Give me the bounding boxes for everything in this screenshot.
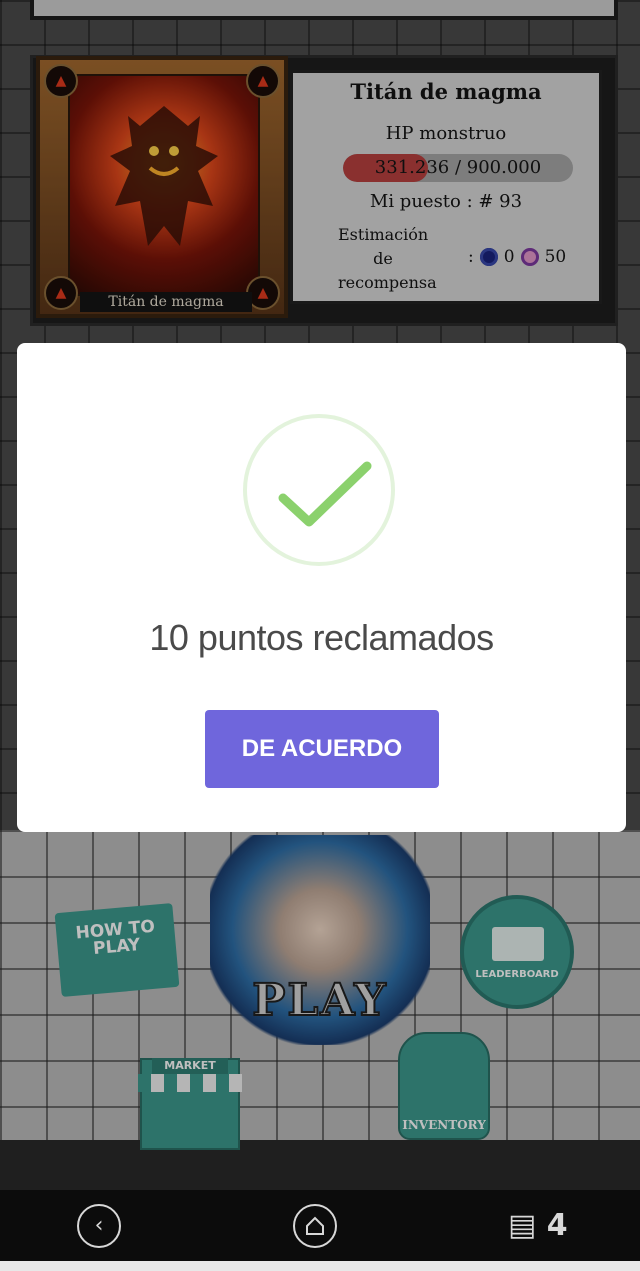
success-dialog: 10 puntos reclamados DE ACUERDO [17,343,626,832]
check-icon [243,414,395,566]
confirm-button[interactable]: DE ACUERDO [205,710,439,788]
recent-apps-button[interactable]: ▤ 4 [508,1204,568,1248]
dialog-message: 10 puntos reclamados [149,617,494,658]
system-nav-bar: ‹ ▤ 4 [0,1190,640,1261]
home-icon[interactable] [293,1204,337,1248]
gesture-strip [0,1261,640,1271]
back-icon[interactable]: ‹ [77,1204,121,1248]
